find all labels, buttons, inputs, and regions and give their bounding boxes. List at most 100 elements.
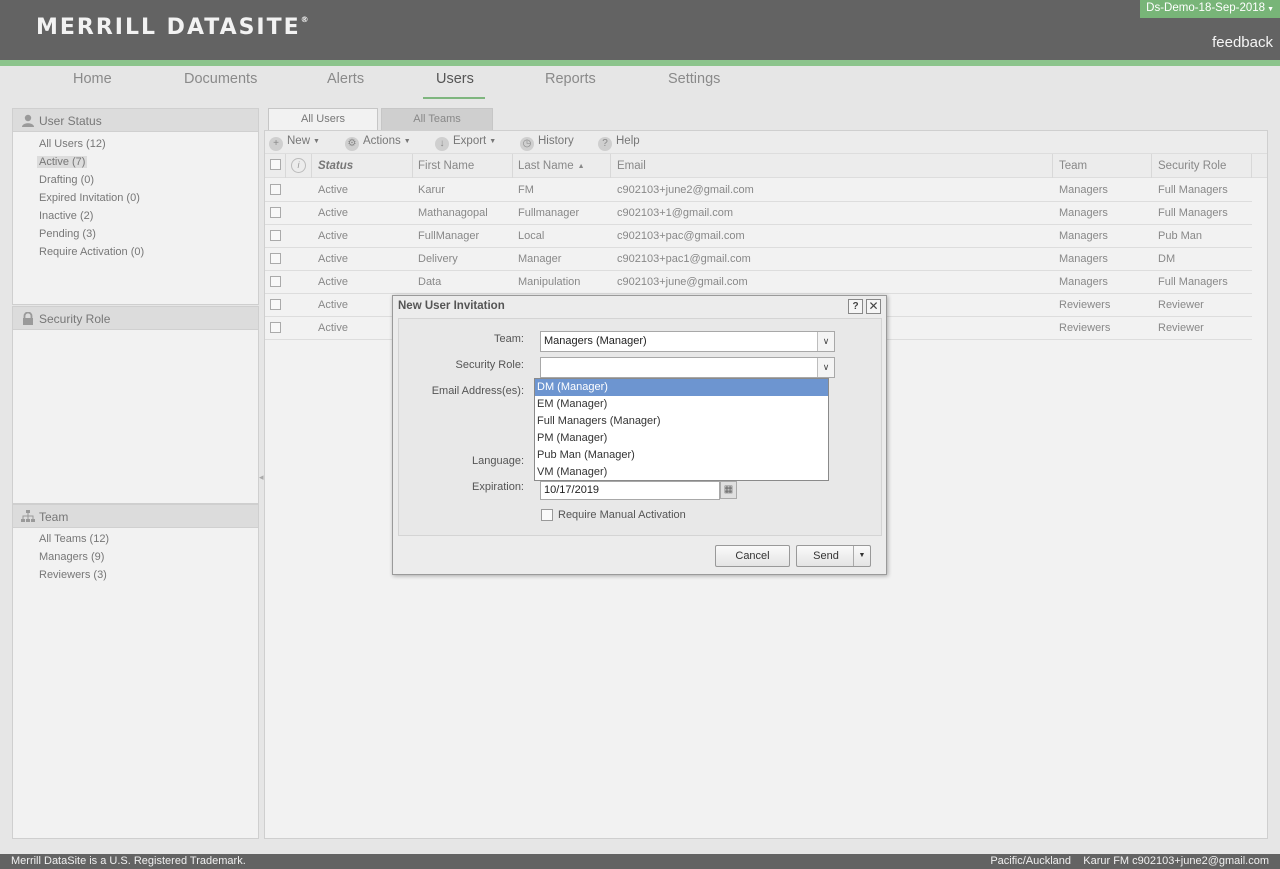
cancel-button[interactable]: Cancel: [715, 545, 790, 567]
nav-users[interactable]: Users: [423, 71, 485, 99]
cell-status: Active: [318, 230, 348, 242]
option-pm[interactable]: PM (Manager): [535, 430, 828, 447]
main-nav: Home Documents Alerts Users Reports Sett…: [0, 66, 1280, 100]
cell-first-name: Data: [418, 276, 442, 288]
cell-last-name: Fullmanager: [518, 207, 580, 219]
history-button[interactable]: ◷ History: [520, 135, 574, 151]
team-reviewers[interactable]: Reviewers (3): [39, 569, 107, 581]
user-status-header[interactable]: User Status: [13, 109, 258, 132]
cell-first-name: Karur: [418, 184, 445, 196]
select-all-checkbox[interactable]: [270, 159, 281, 170]
feedback-link[interactable]: feedback: [1212, 34, 1273, 51]
option-em[interactable]: EM (Manager): [535, 396, 828, 413]
col-security-role[interactable]: Security Role: [1158, 160, 1226, 172]
table-row[interactable]: Active Delivery Manager c902103+pac1@gma…: [265, 248, 1252, 271]
send-options-icon[interactable]: ▼: [853, 546, 870, 566]
security-role-header[interactable]: Security Role: [13, 307, 258, 330]
col-last-name[interactable]: Last Name ▲: [518, 160, 585, 172]
filter-require-activation[interactable]: Require Activation (0): [39, 246, 144, 258]
gear-icon: ⚙: [345, 137, 359, 151]
option-vm[interactable]: VM (Manager): [535, 464, 828, 481]
table-row[interactable]: Active Mathanagopal Fullmanager c902103+…: [265, 202, 1252, 225]
security-role-options: DM (Manager) EM (Manager) Full Managers …: [534, 378, 829, 481]
cell-email: c902103+june2@gmail.com: [617, 184, 754, 196]
team-header[interactable]: Team: [13, 505, 258, 528]
nav-reports[interactable]: Reports: [545, 71, 596, 87]
nav-active-underline: [423, 97, 485, 99]
send-button[interactable]: Send ▼: [796, 545, 871, 567]
col-first-name[interactable]: First Name: [418, 160, 474, 172]
option-pub-man[interactable]: Pub Man (Manager): [535, 447, 828, 464]
chevron-down-icon[interactable]: ∨: [817, 332, 834, 351]
site-selector[interactable]: Ds-Demo-18-Sep-2018 ▼: [1140, 0, 1280, 18]
help-button[interactable]: ? Help: [598, 135, 640, 151]
cell-last-name: FM: [518, 184, 534, 196]
email-label: Email Address(es):: [431, 385, 524, 397]
require-activation-checkbox[interactable]: [541, 509, 553, 521]
cell-security-role: DM: [1158, 253, 1176, 265]
tab-all-teams[interactable]: All Teams: [381, 108, 493, 132]
nav-documents[interactable]: Documents: [184, 71, 257, 87]
team-all-teams[interactable]: All Teams (12): [39, 533, 109, 545]
cell-security-role: Full Managers: [1158, 184, 1228, 196]
session-info: Pacific/Auckland Karur FM c902103+june2@…: [990, 855, 1269, 867]
nav-settings[interactable]: Settings: [668, 71, 720, 87]
filter-pending[interactable]: Pending (3): [39, 228, 96, 240]
dialog-help-button[interactable]: ?: [848, 299, 863, 314]
option-full-managers[interactable]: Full Managers (Manager): [535, 413, 828, 430]
app-footer: Merrill DataSite is a U.S. Registered Tr…: [0, 854, 1280, 869]
row-checkbox[interactable]: [270, 184, 281, 195]
col-team[interactable]: Team: [1059, 160, 1087, 172]
option-dm[interactable]: DM (Manager): [535, 379, 828, 396]
help-icon: ?: [598, 137, 612, 151]
nav-home[interactable]: Home: [73, 71, 112, 87]
cell-last-name: Manipulation: [518, 276, 581, 288]
row-checkbox[interactable]: [270, 207, 281, 218]
calendar-icon[interactable]: ▦: [720, 481, 737, 499]
filter-all-users[interactable]: All Users (12): [39, 138, 106, 150]
cell-first-name: FullManager: [418, 230, 480, 242]
expiration-date-input[interactable]: 10/17/2019: [540, 481, 720, 500]
user-icon: [22, 114, 34, 127]
table-row[interactable]: Active Karur FM c902103+june2@gmail.com …: [265, 179, 1252, 202]
team-select[interactable]: Managers (Manager) ∨: [540, 331, 835, 352]
actions-button[interactable]: ⚙ Actions ▼: [345, 135, 411, 151]
new-button[interactable]: + New ▼: [269, 135, 320, 151]
cell-status: Active: [318, 299, 348, 311]
cell-team: Managers: [1059, 230, 1108, 242]
cell-security-role: Full Managers: [1158, 207, 1228, 219]
nav-alerts[interactable]: Alerts: [327, 71, 364, 87]
merrill-datasite-logo: MERRILL DATASITE®: [36, 15, 309, 40]
row-checkbox[interactable]: [270, 276, 281, 287]
clock-icon: ◷: [520, 137, 534, 151]
table-row[interactable]: Active FullManager Local c902103+pac@gma…: [265, 225, 1252, 248]
table-row[interactable]: Active Data Manipulation c902103+june@gm…: [265, 271, 1252, 294]
team-managers[interactable]: Managers (9): [39, 551, 104, 563]
row-checkbox[interactable]: [270, 322, 281, 333]
cell-last-name: Manager: [518, 253, 562, 265]
row-checkbox[interactable]: [270, 230, 281, 241]
row-checkbox[interactable]: [270, 253, 281, 264]
chevron-down-icon[interactable]: ∨: [817, 358, 834, 377]
cell-security-role: Reviewer: [1158, 322, 1204, 334]
security-role-select[interactable]: ∨: [540, 357, 835, 378]
row-checkbox[interactable]: [270, 299, 281, 310]
grid-toolbar: + New ▼ ⚙ Actions ▼ ↓ Export ▼ ◷ History ? Help: [265, 131, 1267, 154]
export-button[interactable]: ↓ Export ▼: [435, 135, 496, 151]
lock-icon: [23, 312, 33, 325]
cell-status: Active: [318, 253, 348, 265]
filter-inactive[interactable]: Inactive (2): [39, 210, 93, 222]
cell-team: Managers: [1059, 184, 1108, 196]
filter-drafting[interactable]: Drafting (0): [39, 174, 94, 186]
security-role-panel: Security Role: [12, 306, 259, 504]
info-icon: i: [291, 158, 306, 173]
dialog-close-button[interactable]: ✕: [866, 299, 881, 314]
filter-active[interactable]: Active (7): [37, 156, 88, 168]
user-status-panel: User Status All Users (12) Active (7) Dr…: [12, 108, 259, 305]
cell-security-role: Reviewer: [1158, 299, 1204, 311]
col-email[interactable]: Email: [617, 160, 646, 172]
filter-expired-invitation[interactable]: Expired Invitation (0): [39, 192, 140, 204]
col-status[interactable]: Status: [318, 160, 353, 172]
download-icon: ↓: [435, 137, 449, 151]
cell-email: c902103+1@gmail.com: [617, 207, 734, 219]
